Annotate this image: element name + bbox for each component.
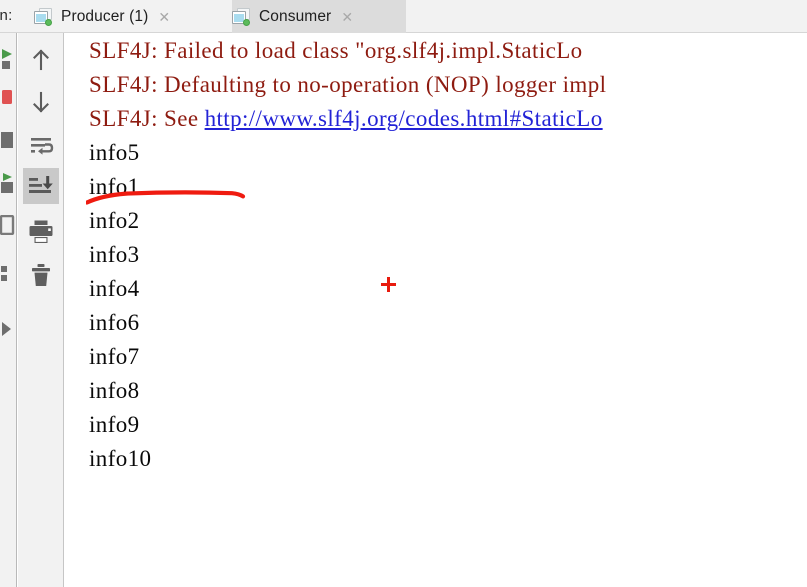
close-icon[interactable]: ✕ [341,10,353,24]
frames-icon[interactable] [0,214,16,240]
console-window-icon [232,7,252,26]
pause-icon[interactable] [0,131,16,154]
print-icon[interactable] [23,213,59,249]
run-tool-window: un: Producer (1) ✕ Consumer ✕ [0,0,807,587]
console-window-icon [34,7,54,26]
down-arrow-icon[interactable] [23,84,59,120]
run-tab-bar: un: Producer (1) ✕ Consumer ✕ [0,0,807,33]
run-controls-gutter [0,33,17,587]
running-green-dot [243,18,250,26]
console-line: info9 [89,412,140,437]
console-line: info7 [89,344,140,369]
tab-producer-label: Producer (1) [61,7,149,25]
trash-icon[interactable] [23,257,59,293]
console-line: info8 [89,378,140,403]
expand-icon[interactable] [0,321,16,342]
console-line-list: SLF4J: Failed to load class "org.slf4j.i… [89,34,807,476]
console-line-text: SLF4J: See [89,106,205,131]
close-icon[interactable]: ✕ [158,10,170,24]
running-green-dot [45,18,52,26]
tab-producer[interactable]: Producer (1) ✕ [34,0,232,33]
console-line: info3 [89,242,140,267]
console-line: info5 [89,140,140,165]
soft-wrap-icon[interactable] [23,127,59,163]
stop-icon[interactable] [0,89,16,110]
up-arrow-icon[interactable] [23,42,59,78]
console-line: info10 [89,446,152,471]
console-line: info2 [89,208,140,233]
tab-consumer-label: Consumer [259,7,332,25]
tab-consumer[interactable]: Consumer ✕ [232,0,406,33]
console-line: SLF4J: See http://www.slf4j.org/codes.ht… [89,102,807,136]
rerun-icon[interactable] [0,49,16,74]
console-toolbar [18,33,64,587]
scroll-to-end-icon[interactable] [23,168,59,204]
console-line: info4 [89,276,140,301]
slf4j-codes-link[interactable]: http://www.slf4j.org/codes.html#StaticLo [205,106,603,131]
console-line: info1 [89,174,140,199]
console-line: SLF4J: Failed to load class "org.slf4j.i… [89,38,583,63]
console-output[interactable]: SLF4J: Failed to load class "org.slf4j.i… [65,34,807,587]
run-tool-window-label: un: [0,7,13,24]
settings-icon[interactable] [0,265,16,288]
console-line: info6 [89,310,140,335]
console-line: SLF4J: Defaulting to no-operation (NOP) … [89,72,607,97]
resume-icon[interactable] [0,173,16,198]
